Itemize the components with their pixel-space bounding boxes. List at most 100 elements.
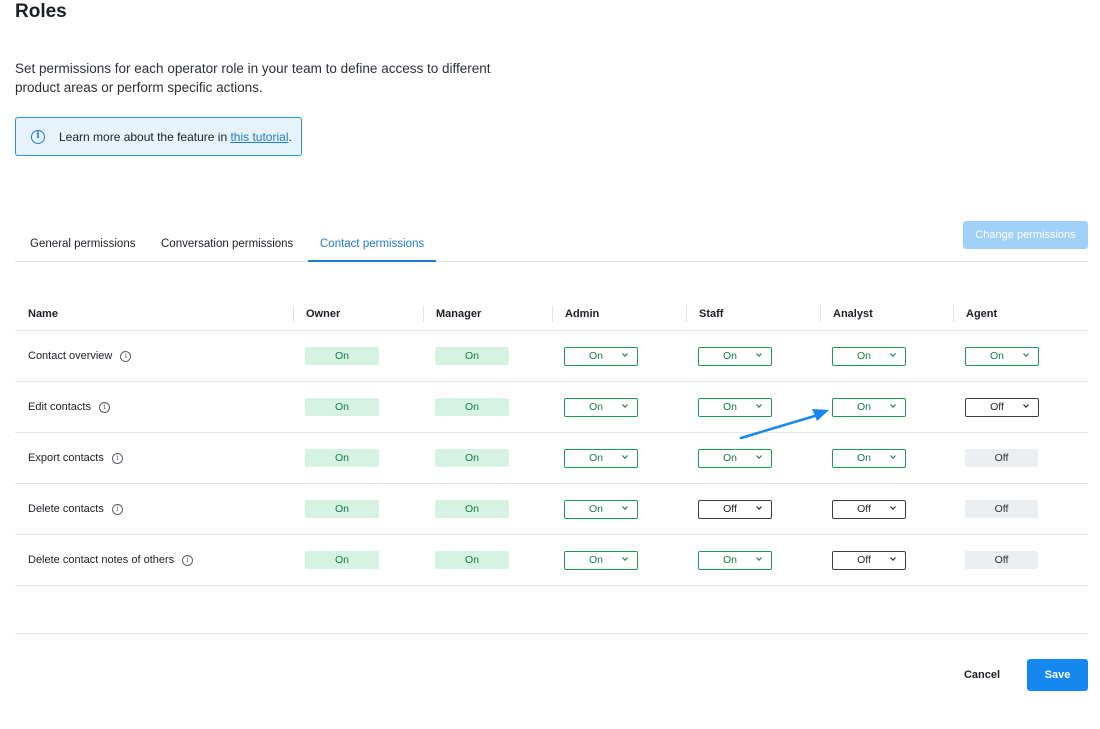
permission-cell: On [293,433,379,483]
permission-select-value: On [856,350,871,362]
cancel-button[interactable]: Cancel [953,665,1011,685]
permission-cell: On [820,382,906,432]
permission-cell: On [423,382,509,432]
permissions-table: Name Owner Manager Admin Staff Analyst Agent Co… [15,298,1088,586]
permission-name-cell: Export contacts i [15,433,123,483]
permission-select[interactable]: On [832,397,906,417]
tab-contact-permissions[interactable]: Contact permissions [308,238,437,262]
column-separator [423,306,424,322]
permission-select[interactable]: On [698,550,772,570]
column-header: Name [15,298,58,330]
chevron-down-icon [890,403,896,408]
chevron-down-icon [756,454,762,459]
info-text: Learn more about the feature in this tut… [59,129,292,144]
tutorial-info-box: i Learn more about the feature in this t… [15,117,302,156]
column-separator [293,306,294,322]
chevron-down-icon [890,352,896,357]
permission-select-value: Off [723,503,737,515]
page-description: Set permissions for each operator role i… [15,61,491,95]
permission-select-value: On [722,401,737,413]
info-icon[interactable]: i [182,554,194,566]
info-icon[interactable]: i [111,452,123,464]
column-separator [552,306,553,322]
permission-cell: Off [820,484,906,534]
permission-select-value: On [722,554,737,566]
permission-select[interactable]: Off [832,499,906,519]
table-row: Contact overview i On On On On On On [15,331,1088,382]
permission-cell: Off [953,382,1039,432]
info-icon[interactable]: i [111,503,123,515]
column-header-label: Agent [966,308,998,320]
permission-select[interactable]: On [564,550,638,570]
permission-cell: On [820,433,906,483]
permission-cell: On [552,382,638,432]
permission-status-badge: On [435,551,509,569]
permission-select[interactable]: On [832,346,906,366]
chevron-down-icon [1023,403,1029,408]
permission-name: Edit contacts [28,401,91,413]
permission-select-value: On [856,401,871,413]
column-header-label: Owner [306,308,341,320]
column-header-label: Analyst [833,308,873,320]
table-row: Delete contact notes of others i On On On On O… [15,535,1088,586]
chevron-down-icon [1023,352,1029,357]
permission-cell: Off [953,535,1038,585]
tab-conversation-permissions[interactable]: Conversation permissions [161,238,293,260]
permission-select-value: On [989,350,1004,362]
permission-name: Export contacts [28,452,104,464]
column-header: Owner [293,298,340,330]
permission-select[interactable]: On [965,346,1039,366]
permission-status-badge: On [435,500,509,518]
column-header-label: Name [28,308,58,320]
permission-name: Delete contacts [28,503,104,515]
permission-cell: Off [686,484,772,534]
permission-cell: On [423,484,509,534]
permission-name: Contact overview [28,350,113,362]
chevron-down-icon [756,352,762,357]
tutorial-link[interactable]: this tutorial [230,130,288,144]
permission-select-value: Off [990,401,1004,413]
permission-tabs: General permissions Conversation permiss… [15,231,1088,262]
tab-general-permissions[interactable]: General permissions [30,238,135,260]
permission-status-badge: On [435,347,509,365]
info-icon[interactable]: i [98,401,110,413]
permission-select-value: On [722,350,737,362]
permission-select-value: Off [857,503,871,515]
permission-name-cell: Delete contacts i [15,484,123,534]
permission-select[interactable]: On [564,397,638,417]
permission-cell: Off [953,484,1038,534]
permission-status-badge: Off [965,500,1038,518]
permission-status-badge: Off [965,551,1038,569]
permission-cell: On [552,535,638,585]
permission-select[interactable]: Off [965,397,1039,417]
permission-cell: On [686,382,772,432]
permission-status-badge: On [305,551,379,569]
page-title: Roles [15,1,67,22]
save-button[interactable]: Save [1027,659,1088,691]
column-separator [820,306,821,322]
permission-cell: On [686,433,772,483]
permission-select[interactable]: On [698,397,772,417]
chevron-down-icon [622,556,628,561]
permission-select[interactable]: On [564,346,638,366]
table-header-row: Name Owner Manager Admin Staff Analyst Agent [15,298,1088,331]
permission-select[interactable]: On [832,448,906,468]
permission-cell: On [293,484,379,534]
permission-select[interactable]: Off [832,550,906,570]
permission-select[interactable]: On [698,346,772,366]
permission-status-badge: On [305,500,379,518]
table-row: Export contacts i On On On On On Off [15,433,1088,484]
column-separator [953,306,954,322]
permission-select[interactable]: On [698,448,772,468]
permission-cell: On [552,433,638,483]
column-header-label: Admin [565,308,600,320]
permission-select-value: On [588,350,603,362]
permission-select[interactable]: Off [698,499,772,519]
permission-status-badge: On [305,449,379,467]
permission-select[interactable]: On [564,499,638,519]
permission-status-badge: On [435,449,509,467]
info-icon[interactable]: i [120,350,132,362]
permission-select[interactable]: On [564,448,638,468]
permission-cell: On [423,331,509,381]
table-row: Delete contacts i On On On Off Off Off [15,484,1088,535]
